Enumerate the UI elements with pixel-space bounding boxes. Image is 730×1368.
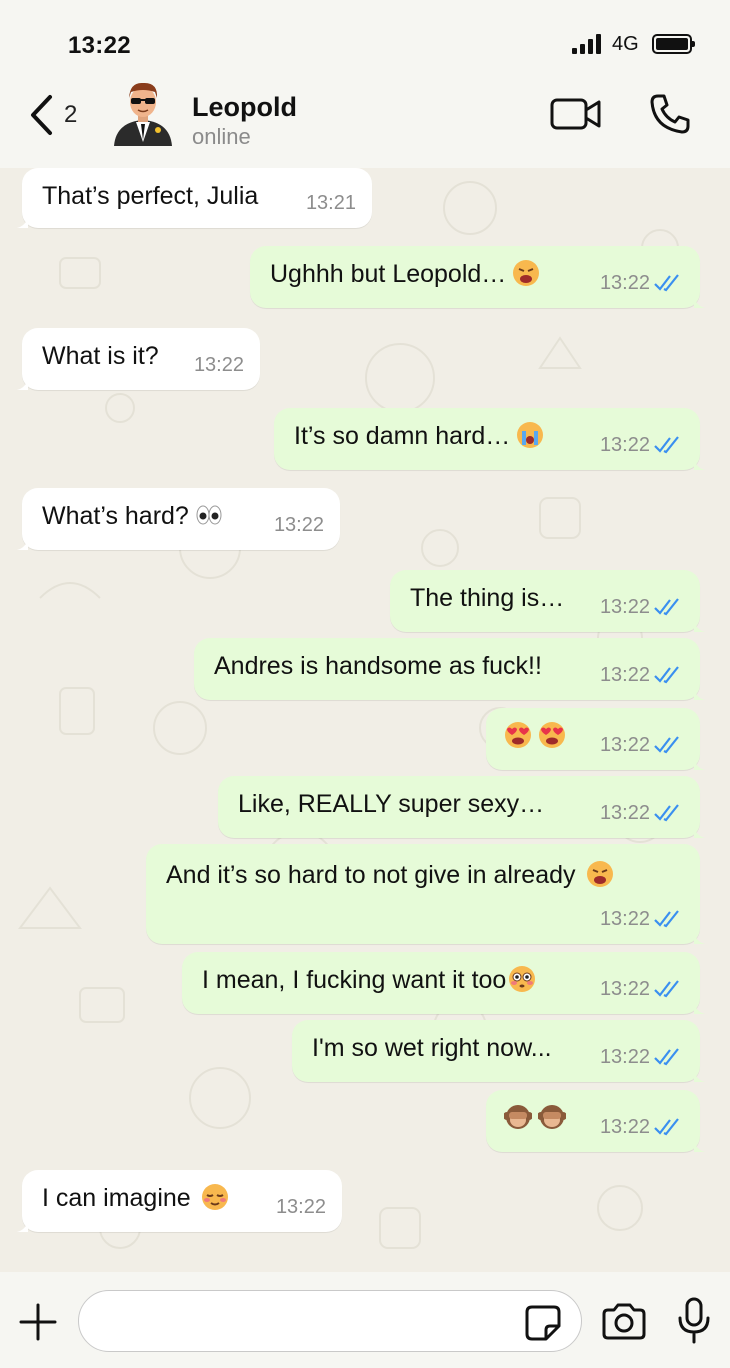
message-text: Andres is handsome as fuck!!	[214, 652, 542, 680]
read-ticks-icon	[654, 274, 679, 292]
contact-status: online	[192, 124, 251, 149]
message-meta: 13:22	[600, 1042, 684, 1072]
unread-count: 2	[64, 101, 78, 128]
message-outgoing[interactable]: The thing is… 13:22	[390, 570, 708, 632]
read-ticks-icon	[654, 910, 679, 928]
message-incoming[interactable]: What is it? 13:22	[14, 328, 260, 390]
message-meta: 13:22	[600, 430, 684, 460]
eyes-icon	[196, 505, 222, 525]
back-button[interactable]: 2	[28, 92, 88, 138]
heart-eyes-icon	[539, 722, 565, 748]
sticker-icon[interactable]	[524, 1304, 562, 1342]
message-meta: 13:22	[600, 660, 684, 690]
message-input[interactable]	[78, 1290, 582, 1352]
message-meta: 13:22	[600, 974, 684, 1004]
chat-area[interactable]: That’s perfect, Julia 13:21 Ughhh but Le…	[0, 168, 730, 1272]
status-time: 13:22	[68, 32, 131, 59]
read-ticks-icon	[654, 666, 679, 684]
see-no-evil-monkey-icon	[538, 1105, 566, 1129]
chat-header: 2 Leopold online	[0, 77, 730, 168]
message-outgoing[interactable]: Andres is handsome as fuck!! 13:22	[194, 638, 708, 700]
message-time: 13:22	[193, 354, 244, 376]
message-outgoing[interactable]: Like, REALLY super sexy… 13:22	[218, 776, 708, 838]
weary-face-icon	[586, 861, 613, 887]
message-outgoing[interactable]: And it’s so hard to not give in already …	[146, 844, 708, 944]
read-ticks-icon	[654, 980, 679, 998]
message-text: The thing is…	[410, 584, 565, 612]
message-text: I mean, I fucking want it too	[202, 965, 536, 995]
status-bar: 13:22 4G	[0, 0, 730, 82]
flushed-face-icon	[509, 966, 536, 992]
message-meta: 13:22	[600, 268, 684, 298]
message-meta: 13:22	[600, 730, 684, 760]
message-time: 13:22	[275, 1196, 326, 1218]
message-outgoing[interactable]: Ughhh but Leopold… 13:22	[250, 246, 708, 308]
message-meta: 13:22	[600, 798, 684, 828]
message-outgoing[interactable]: 13:22	[486, 1090, 708, 1152]
message-text: I'm so wet right now...	[312, 1034, 552, 1062]
message-text: What is it?	[42, 342, 159, 370]
message-outgoing[interactable]: I mean, I fucking want it too 13:22	[182, 952, 708, 1014]
microphone-icon[interactable]	[676, 1296, 712, 1346]
read-ticks-icon	[654, 436, 679, 454]
crying-face-icon	[517, 422, 544, 448]
contact-name[interactable]: Leopold	[192, 92, 297, 123]
message-meta: 13:22	[600, 904, 684, 934]
see-no-evil-monkey-icon	[504, 1105, 532, 1129]
message-incoming[interactable]: What’s hard? 13:22	[14, 488, 340, 550]
message-time: 13:22	[273, 514, 324, 536]
network-type: 4G	[612, 33, 639, 55]
input-bar	[0, 1272, 730, 1368]
camera-icon[interactable]	[600, 1302, 648, 1342]
message-text: What’s hard?	[42, 501, 223, 531]
read-ticks-icon	[654, 598, 679, 616]
read-ticks-icon	[654, 736, 679, 754]
message-text: It’s so damn hard…	[294, 421, 544, 451]
weary-face-icon	[513, 260, 540, 286]
phone-icon[interactable]	[648, 92, 692, 136]
plus-icon[interactable]	[18, 1302, 58, 1342]
message-time: 13:21	[305, 192, 356, 214]
video-call-icon[interactable]	[550, 94, 602, 134]
read-ticks-icon	[654, 804, 679, 822]
message-emoji	[504, 721, 566, 751]
message-incoming[interactable]: I can imagine 13:22	[14, 1170, 342, 1232]
message-meta: 13:22	[600, 592, 684, 622]
message-text: That’s perfect, Julia	[42, 182, 259, 210]
chevron-left-icon	[31, 95, 52, 135]
relieved-face-icon	[201, 1184, 228, 1210]
heart-eyes-icon	[505, 722, 531, 748]
read-ticks-icon	[654, 1118, 679, 1136]
message-meta: 13:22	[600, 1112, 684, 1142]
battery-icon	[652, 34, 695, 54]
message-text: Like, REALLY super sexy…	[238, 790, 545, 818]
message-text: I can imagine	[42, 1183, 229, 1213]
message-text: Ughhh but Leopold…	[270, 259, 540, 289]
signal-icon	[572, 34, 606, 54]
message-outgoing[interactable]: I'm so wet right now... 13:22	[292, 1020, 708, 1082]
message-text: And it’s so hard to not give in already	[166, 860, 614, 890]
message-incoming[interactable]: That’s perfect, Julia 13:21	[14, 168, 372, 228]
message-outgoing[interactable]: It’s so damn hard… 13:22	[274, 408, 708, 470]
message-emoji	[504, 1103, 566, 1133]
avatar[interactable]	[108, 76, 178, 146]
message-outgoing[interactable]: 13:22	[486, 708, 708, 770]
read-ticks-icon	[654, 1048, 679, 1066]
